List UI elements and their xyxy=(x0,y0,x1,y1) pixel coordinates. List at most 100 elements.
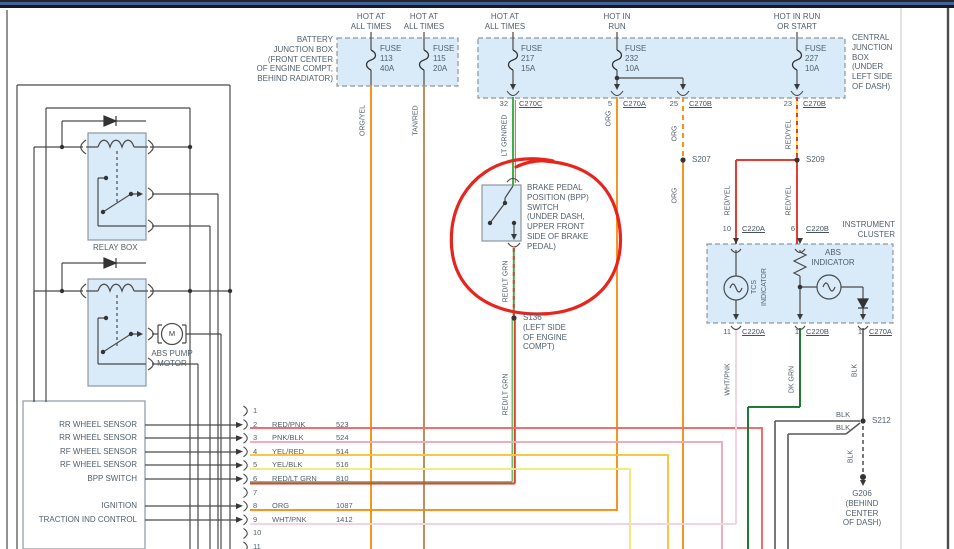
power-header-2: HOT AT ALL TIMES xyxy=(404,12,444,32)
wire-label-dk-grn: DK GRN xyxy=(789,345,796,415)
circuit-516: 516 xyxy=(336,460,349,469)
relay1-box xyxy=(88,133,146,240)
circuit-810: 810 xyxy=(336,474,349,483)
module-label-ignition: IGNITION xyxy=(101,501,137,511)
blk-tap-label-2: BLK xyxy=(836,423,850,432)
wire-name-red-lt-grn: RED/LT GRN xyxy=(272,474,317,483)
connector-c270c: C270C xyxy=(519,99,542,108)
ground-g206-dot xyxy=(860,474,866,480)
fuse-113-label: FUSE 113 40A xyxy=(380,44,401,73)
central-junction-box-label: CENTRAL JUNCTION BOX (UNDER LEFT SIDE OF… xyxy=(852,33,892,92)
cluster-pin-1-c220b: 1 xyxy=(795,327,799,336)
motor-m-glyph: M xyxy=(169,329,175,338)
relay-box-label: RELAY BOX xyxy=(93,243,138,253)
wire-red-pnk xyxy=(250,428,762,549)
wire-label-org-1: ORG xyxy=(606,84,613,154)
wire-org-ignition xyxy=(250,97,617,510)
wire-name-yel-blk: YEL/BLK xyxy=(272,460,302,469)
wiring-diagram-page: HOT AT ALL TIMES HOT AT ALL TIMES HOT AT… xyxy=(0,0,954,549)
blk-tap-label-1: BLK xyxy=(836,410,850,419)
power-header-4: HOT IN RUN xyxy=(604,12,631,32)
cluster-c220b-top: C220B xyxy=(806,224,829,233)
pin-5: 5 xyxy=(253,460,257,469)
wire-label-wht-pnk: WHT/PNK xyxy=(725,345,732,415)
splice-s209-dot xyxy=(794,157,799,162)
wire-name-org: ORG xyxy=(272,501,289,510)
module-label-rf-wheel-2: RF WHEEL SENSOR xyxy=(60,460,137,470)
circuit-1087: 1087 xyxy=(336,501,353,510)
splice-s207-label: S207 xyxy=(692,155,711,165)
bpp-switch-box xyxy=(482,185,521,241)
bpp-switch-label: BRAKE PEDAL POSITION (BPP) SWITCH (UNDER… xyxy=(527,183,589,251)
wire-pnk-blk xyxy=(250,442,722,549)
cluster-c220b-bottom: C220B xyxy=(806,327,829,336)
wire-name-wht-pnk: WHT/PNK xyxy=(272,515,307,524)
wire-label-org-yel: ORG/YEL xyxy=(360,86,367,156)
wire-label-org-3: ORG xyxy=(672,161,679,231)
wire-label-blk-1: BLK xyxy=(852,336,859,406)
abs-pump-motor-label: ABS PUMP MOTOR xyxy=(151,349,192,369)
pin-1: 1 xyxy=(253,406,257,415)
splice-s212-label: S212 xyxy=(872,416,891,426)
pin-4: 4 xyxy=(253,447,257,456)
ground-g206-label: G206 (BEHIND CENTER OF DASH) xyxy=(843,489,881,528)
wire-label-lt-grn-red: LT GRN/RED xyxy=(502,101,509,171)
cluster-c220a-top: C220A xyxy=(742,224,765,233)
wire-label-red-lt-grn-2: RED/LT GRN xyxy=(503,360,510,430)
wire-name-red-pnk: RED/PNK xyxy=(272,420,305,429)
module-label-traction: TRACTION IND CONTROL xyxy=(39,515,137,525)
power-header-5: HOT IN RUN OR START xyxy=(774,12,821,32)
pin-11: 11 xyxy=(253,542,261,549)
splice-s136-label: S136 (LEFT SIDE OF ENGINE COMPT) xyxy=(523,313,567,352)
pin-10: 10 xyxy=(253,528,261,537)
connector-c270b-25: C270B xyxy=(689,99,712,108)
power-header-1: HOT AT ALL TIMES xyxy=(351,12,391,32)
splice-s212-dot xyxy=(860,418,865,423)
page-margin-lines xyxy=(901,8,948,549)
pin-9: 9 xyxy=(253,515,257,524)
cluster-pin-10: 10 xyxy=(723,224,731,233)
fuse-227-label: FUSE 227 10A xyxy=(805,44,826,73)
pin-6: 6 xyxy=(253,474,257,483)
instrument-cluster-title: INSTRUMENT CLUSTER xyxy=(843,220,895,240)
circuit-524: 524 xyxy=(336,433,349,442)
cluster-pin-6: 6 xyxy=(791,224,795,233)
battery-junction-box-label: BATTERY JUNCTION BOX (FRONT CENTER OF EN… xyxy=(257,35,333,84)
power-header-3: HOT AT ALL TIMES xyxy=(485,12,525,32)
splice-s207-dot xyxy=(680,157,685,162)
diode1-icon xyxy=(104,116,116,126)
circuit-514: 514 xyxy=(336,447,349,456)
wire-label-tan-red: TAN/RED xyxy=(413,86,420,156)
pin-2: 2 xyxy=(253,420,257,429)
fuse-217-label: FUSE 217 15A xyxy=(521,44,542,73)
cluster-c220a-bottom: C220A xyxy=(742,327,765,336)
module-label-rr-wheel-2: RR WHEEL SENSOR xyxy=(59,433,137,443)
module-label-rf-wheel-1: RF WHEEL SENSOR xyxy=(60,447,137,457)
wire-name-yel-red: YEL/RED xyxy=(272,447,304,456)
cluster-c270a-bottom: C270A xyxy=(869,327,892,336)
fuse-232-label: FUSE 232 10A xyxy=(625,44,646,73)
circuit-523: 523 xyxy=(336,420,349,429)
circuit-1412: 1412 xyxy=(336,515,353,524)
pin-3: 3 xyxy=(253,433,257,442)
wire-label-org-2: ORG xyxy=(672,99,679,169)
splice-s209-label: S209 xyxy=(806,155,825,165)
wiring-svg xyxy=(0,0,954,549)
pin-7: 7 xyxy=(253,488,257,497)
cluster-pin-1-c270a: 1 xyxy=(858,327,862,336)
diode2-icon xyxy=(104,258,116,268)
wire-wht-pnk xyxy=(250,328,736,524)
connector-c270b-23: C270B xyxy=(803,99,826,108)
module-label-rr-wheel-1: RR WHEEL SENSOR xyxy=(59,420,137,430)
splice-s136-dot xyxy=(511,315,516,320)
tcs-indicator-label: TCS INDICATOR xyxy=(750,255,770,319)
module-label-bpp-switch: BPP SWITCH xyxy=(87,474,137,484)
cluster-pin-11: 11 xyxy=(723,327,731,336)
pin-8: 8 xyxy=(253,501,257,510)
abs-indicator-label: ABS INDICATOR xyxy=(811,248,854,268)
connector-c270a: C270A xyxy=(623,99,646,108)
fuse-115-label: FUSE 115 20A xyxy=(433,44,454,73)
wire-label-red-lt-grn-1: RED/LT GRN xyxy=(503,247,510,317)
wire-label-red-yel-1: RED/YEL xyxy=(786,100,793,170)
wire-name-pnk-blk: PNK/BLK xyxy=(272,433,304,442)
